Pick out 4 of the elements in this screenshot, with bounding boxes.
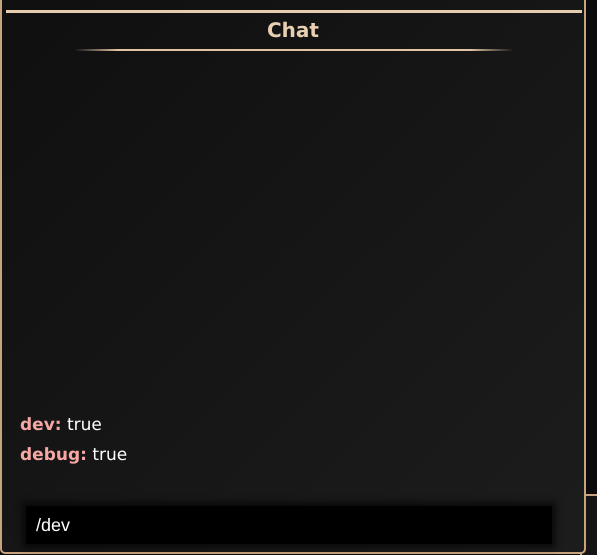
- chat-message: debug: true: [20, 444, 128, 467]
- panel-title: Chat: [267, 17, 319, 43]
- chat-message: dev: true: [20, 414, 103, 437]
- chat-input-field[interactable]: /dev: [26, 506, 552, 544]
